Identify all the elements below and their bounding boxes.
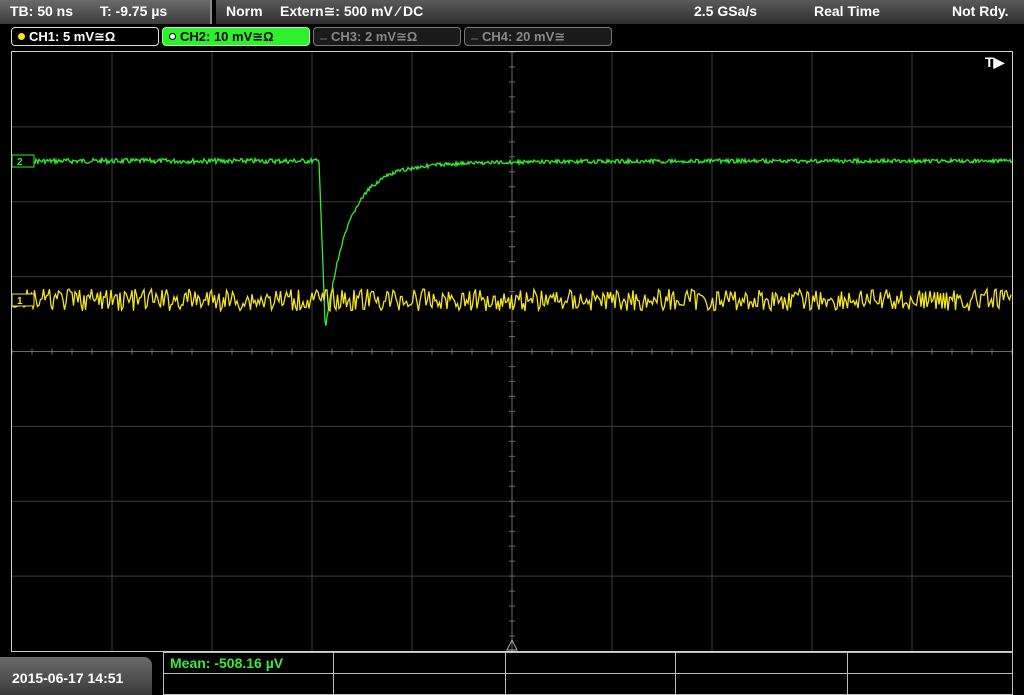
channel-bar: CH1: 5 mV≅Ω CH2: 10 mV≅Ω CH3: 2 mV≅Ω CH4…: [0, 24, 1024, 50]
acquisition-mode: Real Time: [814, 3, 880, 19]
ch1-color-indicator: [18, 33, 25, 40]
trigger-source: Extern≅: 500 mV ⁄ DC: [280, 3, 424, 19]
measurement-mean: Mean: -508.16 µV: [170, 655, 284, 671]
channel-button-ch1[interactable]: CH1: 5 mV≅Ω: [11, 27, 159, 46]
sample-rate: 2.5 GSa/s: [694, 3, 758, 19]
measurement-cell-4[interactable]: [676, 653, 848, 694]
channel-button-ch2[interactable]: CH2: 10 mV≅Ω: [162, 27, 310, 46]
measurement-cell-1[interactable]: Mean: -508.16 µV: [164, 653, 334, 694]
trigger-position-marker[interactable]: T▶: [985, 54, 1006, 70]
ch2-color-indicator: [169, 33, 176, 40]
timebase-value: TB: 50 ns: [10, 3, 74, 19]
trigger-mode: Norm: [226, 3, 263, 19]
ch2-label: CH2: 10 mV≅Ω: [180, 29, 274, 44]
channel-button-ch4[interactable]: CH4: 20 mV≅: [464, 27, 612, 46]
svg-text:2: 2: [17, 157, 23, 168]
measurement-cell-2[interactable]: [334, 653, 506, 694]
ch3-label: CH3: 2 mV≅Ω: [331, 29, 418, 44]
waveform-canvas: 2 1 T▶: [12, 52, 1012, 651]
ch2-level-marker[interactable]: 2: [12, 154, 35, 168]
channel-button-ch3[interactable]: CH3: 2 mV≅Ω: [313, 27, 461, 46]
ch1-level-marker[interactable]: 1: [12, 293, 35, 307]
ch4-off-indicator: [471, 38, 478, 40]
datetime-panel: 2015-06-17 14:51: [0, 657, 152, 695]
svg-text:1: 1: [17, 296, 23, 307]
ch3-off-indicator: [320, 38, 327, 40]
measurement-table[interactable]: Mean: -508.16 µV: [163, 652, 1013, 695]
measurement-cell-3[interactable]: [506, 653, 676, 694]
status-text: Not Rdy.: [952, 3, 1009, 19]
datetime-text: 2015-06-17 14:51: [12, 670, 124, 686]
waveform-display[interactable]: 2 1 T▶: [11, 51, 1013, 652]
graticule: [12, 52, 1012, 651]
ch1-label: CH1: 5 mV≅Ω: [29, 29, 116, 44]
top-status-bar: TB: 50 ns T: -9.75 µs Norm Extern≅: 500 …: [0, 0, 1024, 24]
ch4-label: CH4: 20 mV≅: [482, 29, 566, 44]
trigger-time-value: T: -9.75 µs: [100, 3, 168, 19]
trigger-panel[interactable]: Norm Extern≅: 500 mV ⁄ DC 2.5 GSa/s Real…: [216, 0, 1024, 24]
timebase-panel[interactable]: TB: 50 ns T: -9.75 µs: [0, 0, 212, 24]
